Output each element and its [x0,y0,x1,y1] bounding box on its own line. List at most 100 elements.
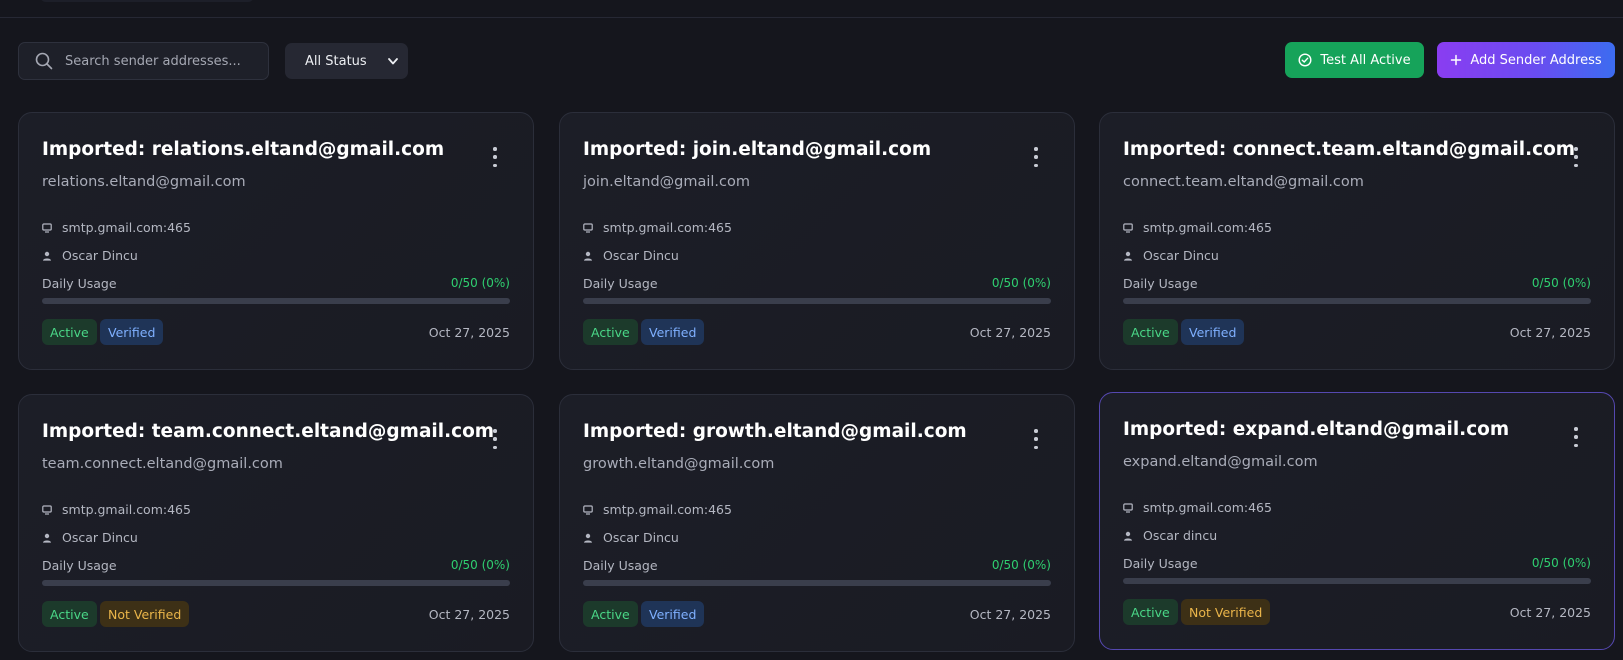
test-all-active-label: Test All Active [1320,52,1411,68]
owner-row: Oscar dincu [1123,528,1217,543]
sender-card-title: Imported: relations.eltand@gmail.com [42,139,445,160]
more-options-icon[interactable] [1568,147,1584,167]
top-navigation-bar [0,0,1623,18]
created-date: Oct 27, 2025 [1509,605,1591,620]
search-box[interactable] [18,42,269,80]
daily-usage-value: 0/50 (0%) [1531,276,1591,290]
status-badge: Active [1123,599,1178,625]
plus-icon [1451,54,1462,66]
daily-usage-value: 0/50 (0%) [991,558,1051,572]
created-date: Oct 27, 2025 [428,325,510,340]
test-all-active-button[interactable]: Test All Active [1285,42,1424,78]
user-icon [1124,531,1132,541]
user-icon [584,533,592,543]
sender-email: expand.eltand@gmail.com [1123,454,1318,470]
sender-email: connect.team.eltand@gmail.com [1123,174,1364,190]
sender-card[interactable]: Imported: growth.eltand@gmail.com growth… [559,394,1075,652]
sender-card[interactable]: Imported: connect.team.eltand@gmail.com … [1099,112,1615,370]
smtp-host: smtp.gmail.com:465 [1143,220,1272,235]
owner-row: Oscar Dincu [583,248,679,263]
daily-usage-bar [583,298,1051,304]
status-badge: Active [1123,319,1178,345]
server-icon [1123,222,1133,233]
server-icon [42,222,52,233]
daily-usage-bar [583,580,1051,586]
sender-card[interactable]: Imported: relations.eltand@gmail.com rel… [18,112,534,370]
status-filter-select[interactable]: All Status [285,43,408,79]
owner-row: Oscar Dincu [42,248,138,263]
owner-row: Oscar Dincu [1123,248,1219,263]
status-badge: Active [583,601,638,627]
sender-card-title: Imported: growth.eltand@gmail.com [583,421,967,442]
more-options-icon[interactable] [1028,429,1044,449]
smtp-host-row: smtp.gmail.com:465 [583,220,732,235]
more-options-icon[interactable] [1028,147,1044,167]
smtp-host: smtp.gmail.com:465 [603,502,732,517]
add-sender-address-label: Add Sender Address [1470,52,1602,68]
chevron-down-icon [388,57,398,64]
more-options-icon[interactable] [1568,427,1584,447]
daily-usage-label: Daily Usage [583,276,658,291]
more-options-icon[interactable] [487,429,503,449]
owner-row: Oscar Dincu [583,530,679,545]
daily-usage-value: 0/50 (0%) [450,276,510,290]
created-date: Oct 27, 2025 [1509,325,1591,340]
status-filter-value: All Status [305,53,367,69]
created-date: Oct 27, 2025 [969,607,1051,622]
smtp-host: smtp.gmail.com:465 [62,220,191,235]
verification-badge: Not Verified [100,601,190,627]
daily-usage-label: Daily Usage [1123,276,1198,291]
smtp-host: smtp.gmail.com:465 [62,502,191,517]
sender-card-title: Imported: team.connect.eltand@gmail.com [42,421,495,442]
smtp-host-row: smtp.gmail.com:465 [42,502,191,517]
user-icon [43,251,51,261]
created-date: Oct 27, 2025 [969,325,1051,340]
verification-badge: Verified [641,601,705,627]
more-options-icon[interactable] [487,147,503,167]
sender-email: growth.eltand@gmail.com [583,456,775,472]
sender-card-title: Imported: expand.eltand@gmail.com [1123,419,1510,440]
daily-usage-value: 0/50 (0%) [1531,556,1591,570]
sender-email: relations.eltand@gmail.com [42,174,246,190]
sender-card[interactable]: Imported: expand.eltand@gmail.com expand… [1099,392,1615,650]
status-badge: Active [42,601,97,627]
verification-badge: Verified [1181,319,1245,345]
toolbar: All Status Test All Active Add Sender Ad… [18,42,1615,80]
smtp-host-row: smtp.gmail.com:465 [42,220,191,235]
created-date: Oct 27, 2025 [428,607,510,622]
sender-email: team.connect.eltand@gmail.com [42,456,283,472]
add-sender-address-button[interactable]: Add Sender Address [1437,42,1615,78]
server-icon [42,504,52,515]
daily-usage-label: Daily Usage [583,558,658,573]
search-icon [35,52,53,70]
smtp-host-row: smtp.gmail.com:465 [1123,500,1272,515]
server-icon [1123,502,1133,513]
user-icon [1124,251,1132,261]
sender-email: join.eltand@gmail.com [583,174,750,190]
daily-usage-bar [1123,578,1591,584]
daily-usage-bar [1123,298,1591,304]
sender-card-title: Imported: join.eltand@gmail.com [583,139,932,160]
smtp-host-row: smtp.gmail.com:465 [583,502,732,517]
top-bar-left-element [40,0,254,2]
owner-name: Oscar dincu [1143,528,1218,543]
verification-badge: Verified [100,319,164,345]
owner-row: Oscar Dincu [42,530,138,545]
smtp-host-row: smtp.gmail.com:465 [1123,220,1272,235]
status-badge: Active [583,319,638,345]
daily-usage-label: Daily Usage [42,558,117,573]
sender-card[interactable]: Imported: join.eltand@gmail.com join.elt… [559,112,1075,370]
sender-card-title: Imported: connect.team.eltand@gmail.com [1123,139,1576,160]
user-icon [584,251,592,261]
daily-usage-bar [42,298,510,304]
smtp-host: smtp.gmail.com:465 [1143,500,1272,515]
owner-name: Oscar Dincu [1143,248,1219,263]
owner-name: Oscar Dincu [603,248,679,263]
owner-name: Oscar Dincu [62,248,138,263]
verification-badge: Not Verified [1181,599,1271,625]
user-icon [43,533,51,543]
sender-card[interactable]: Imported: team.connect.eltand@gmail.com … [18,394,534,652]
verification-badge: Verified [641,319,705,345]
daily-usage-value: 0/50 (0%) [991,276,1051,290]
search-input[interactable] [65,53,255,69]
